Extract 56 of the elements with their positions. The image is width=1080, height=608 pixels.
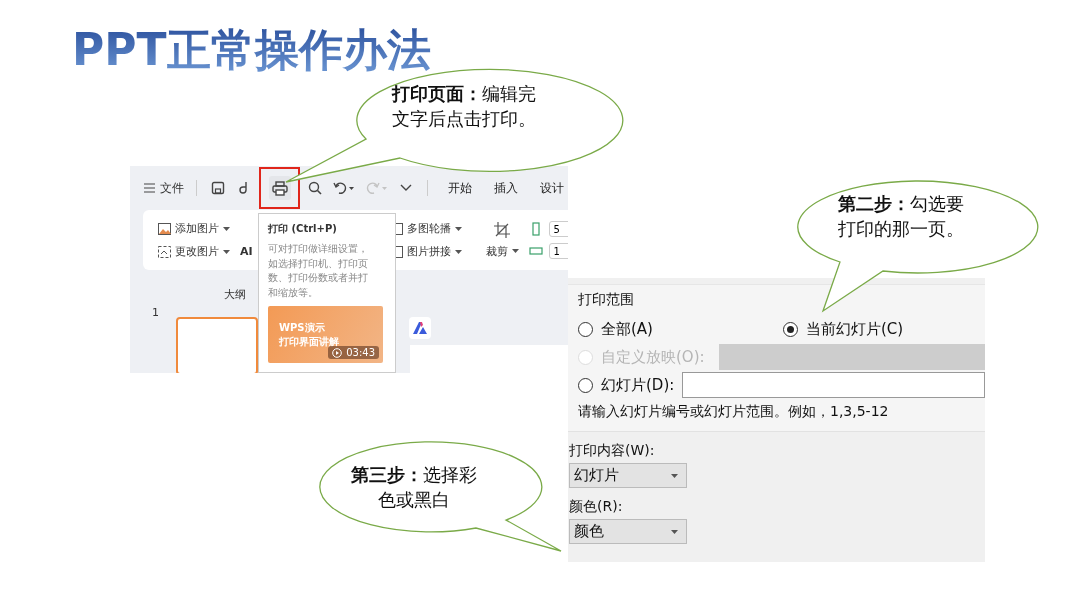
file-menu[interactable]: 文件: [142, 177, 186, 199]
undo-icon: [333, 181, 356, 195]
tooltip-description: 可对打印做详细设置，如选择打印机、打印页数、打印份数或者并打和缩放等。: [268, 242, 369, 300]
print-icon: [271, 180, 288, 196]
radio-option[interactable]: 幻灯片(D):: [578, 375, 675, 395]
app-logo-icon: [409, 317, 431, 339]
radio-option[interactable]: 当前幻灯片(C): [782, 319, 904, 339]
field-label: 颜色(R):: [569, 498, 624, 516]
field-label: 打印内容(W):: [569, 442, 656, 460]
ribbon-tab[interactable]: 插入: [490, 177, 522, 199]
hint-text: 请输入幻灯片编号或幻灯片范围。例如，1,3,5-12: [578, 403, 890, 421]
video-card[interactable]: WPS演示 打印界面讲解 03:43: [268, 306, 383, 363]
caret-icon: [511, 249, 519, 253]
save-icon: [210, 181, 225, 195]
caret-icon: [223, 226, 230, 231]
menu-icon: [144, 183, 155, 193]
crop-icon: [494, 221, 511, 238]
slide-thumbnail[interactable]: [176, 317, 258, 373]
radio-option[interactable]: 全部(A): [578, 319, 653, 339]
ribbon-tab[interactable]: 设计: [536, 177, 568, 199]
callout-text: 打印页面：编辑完文字后点击打印。: [392, 82, 537, 132]
callout-text: 第二步：勾选要打印的那一页。: [838, 192, 965, 242]
image-swap-icon: [158, 245, 171, 258]
add-picture-button[interactable]: 添加图片: [158, 221, 253, 236]
chevron-down-icon: [400, 184, 413, 192]
caret-icon: [454, 226, 462, 231]
ribbon-tab[interactable]: 开始: [444, 177, 476, 199]
play-icon: [332, 347, 343, 358]
tooltip-title: 打印 (Ctrl+P): [268, 222, 338, 236]
slide-number: 1: [152, 306, 160, 321]
dropdown[interactable]: 幻灯片: [569, 463, 687, 488]
group-label: 打印范围: [578, 291, 635, 309]
video-duration: 03:43: [328, 346, 379, 359]
radio-button[interactable]: [578, 321, 593, 337]
custom-show-field[interactable]: [718, 344, 985, 370]
height-icon: [528, 244, 543, 258]
radio-button[interactable]: [782, 321, 798, 337]
outline-tab[interactable]: 大纲: [218, 286, 252, 303]
callout-text: 第三步：选择彩色或黑白: [349, 463, 478, 513]
change-picture-button[interactable]: 更改图片: [158, 244, 230, 259]
image-icon: [158, 222, 171, 235]
caret-icon: [671, 529, 678, 534]
preview-icon: [308, 181, 323, 195]
redo-icon: [365, 181, 388, 195]
caret-icon: [454, 249, 462, 254]
video-title: WPS演示: [279, 321, 326, 335]
dropdown[interactable]: 颜色: [569, 519, 687, 544]
caret-icon: [671, 473, 678, 478]
size-field[interactable]: 5: [548, 221, 568, 237]
caret-icon: [223, 249, 230, 254]
ai-label: AI: [240, 245, 253, 258]
slides-field[interactable]: [682, 372, 985, 398]
size-field[interactable]: 1: [548, 243, 568, 259]
video-title: 打印界面讲解: [279, 334, 339, 348]
crop-button[interactable]: 裁剪: [485, 243, 519, 259]
radio-button[interactable]: [578, 377, 593, 393]
